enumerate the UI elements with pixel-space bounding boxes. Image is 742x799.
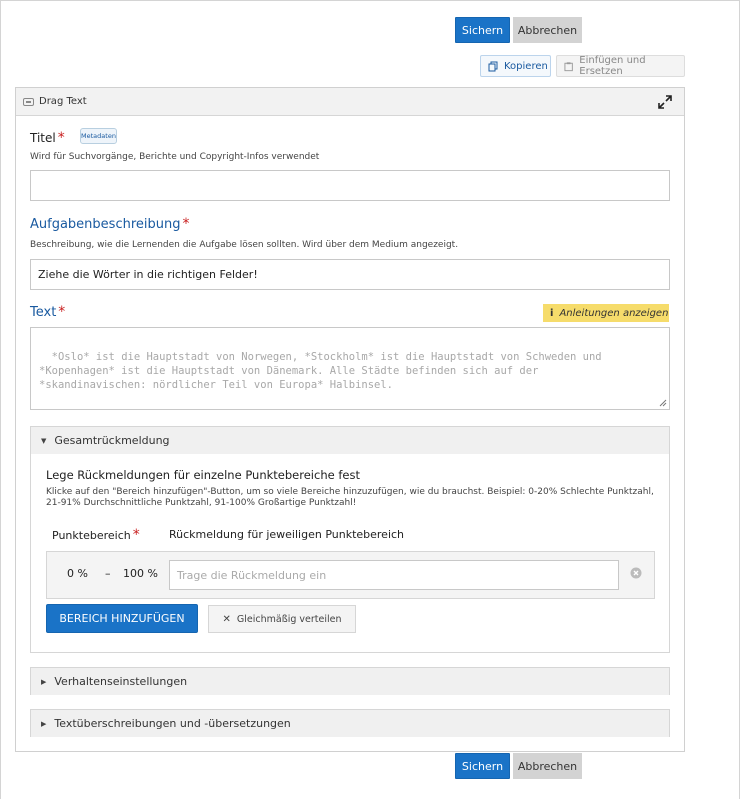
range-row: 0 % – 100 % Trage die Rückmeldung ein [46, 551, 655, 599]
expand-icon[interactable] [658, 95, 672, 109]
title-description: Wird für Suchvorgänge, Berichte und Copy… [30, 152, 320, 162]
library-icon [23, 97, 34, 106]
content-type-title: Drag Text [39, 96, 87, 107]
metadata-tag[interactable]: Metadaten [80, 128, 117, 144]
save-button-top[interactable]: Sichern [455, 17, 510, 43]
caret-right-icon: ▶ [41, 719, 47, 728]
range-from: 0 % [67, 567, 88, 580]
overall-feedback-header[interactable]: ▼ Gesamtrückmeldung [31, 427, 669, 454]
feedback-heading: Lege Rückmeldungen für einzelne Punktebe… [46, 468, 360, 482]
range-column-header: Punktebereich * [52, 527, 140, 543]
copy-button[interactable]: Kopieren [480, 55, 551, 77]
cancel-button-bottom[interactable]: Abbrechen [513, 753, 582, 779]
behaviour-settings-title: Verhaltenseinstellungen [54, 675, 188, 688]
show-instructions-button[interactable]: i Anleitungen anzeigen [543, 304, 669, 322]
overall-feedback-title: Gesamtrückmeldung [54, 434, 170, 447]
text-overrides-title: Textüberschreibungen und -übersetzungen [54, 717, 291, 730]
title-input[interactable] [30, 170, 670, 201]
feedback-input[interactable]: Trage die Rückmeldung ein [169, 560, 619, 590]
save-button-bottom[interactable]: Sichern [455, 753, 510, 779]
title-required-mark: * [57, 130, 65, 146]
resize-grip-icon[interactable] [659, 399, 667, 407]
text-label: Text * [30, 304, 66, 320]
paste-icon [564, 61, 573, 71]
paste-replace-button[interactable]: Einfügen und Ersetzen [556, 55, 685, 77]
task-input[interactable]: Ziehe die Wörter in die richtigen Felder… [30, 259, 670, 290]
copy-icon [488, 61, 498, 71]
feedback-description: Klicke auf den "Bereich hinzufügen"-Butt… [46, 487, 654, 508]
text-textarea[interactable]: *Oslo* ist die Hauptstadt von Norwegen, … [30, 327, 670, 410]
task-description: Beschreibung, wie die Lernenden die Aufg… [30, 240, 459, 250]
range-required-mark: * [132, 527, 140, 543]
paste-label: Einfügen und Ersetzen [579, 55, 646, 77]
range-to: 100 % [123, 567, 158, 580]
range-dash: – [105, 567, 111, 580]
task-required-mark: * [182, 216, 190, 232]
behaviour-settings-group[interactable]: ▶ Verhaltenseinstellungen [30, 667, 670, 695]
show-instructions-label: Anleitungen anzeigen [559, 307, 669, 319]
copy-label: Kopieren [504, 60, 548, 72]
remove-range-icon[interactable] [630, 567, 642, 579]
text-placeholder: *Oslo* ist die Hauptstadt von Norwegen, … [39, 351, 602, 391]
title-label: Titel * [30, 130, 65, 146]
caret-down-icon: ▼ [41, 436, 47, 445]
behaviour-settings-header[interactable]: ▶ Verhaltenseinstellungen [31, 668, 669, 695]
caret-right-icon: ▶ [41, 677, 47, 686]
text-overrides-group[interactable]: ▶ Textüberschreibungen und -übersetzunge… [30, 709, 670, 737]
task-label: Aufgabenbeschreibung * [30, 216, 190, 232]
distribute-evenly-label: Gleichmäßig verteilen [236, 613, 342, 625]
cancel-button-top[interactable]: Abbrechen [513, 17, 582, 43]
info-icon: i [550, 307, 554, 319]
feedback-column-header: Rückmeldung für jeweiligen Punktebereich [169, 528, 405, 541]
distribute-evenly-button[interactable]: ✕ Gleichmäßig verteilen [208, 605, 356, 633]
close-icon: ✕ [222, 613, 231, 625]
panel-header: Drag Text [16, 88, 684, 116]
add-range-button[interactable]: BEREICH HINZUFÜGEN [46, 604, 198, 633]
text-required-mark: * [58, 304, 66, 320]
text-overrides-header[interactable]: ▶ Textüberschreibungen und -übersetzunge… [31, 710, 669, 737]
